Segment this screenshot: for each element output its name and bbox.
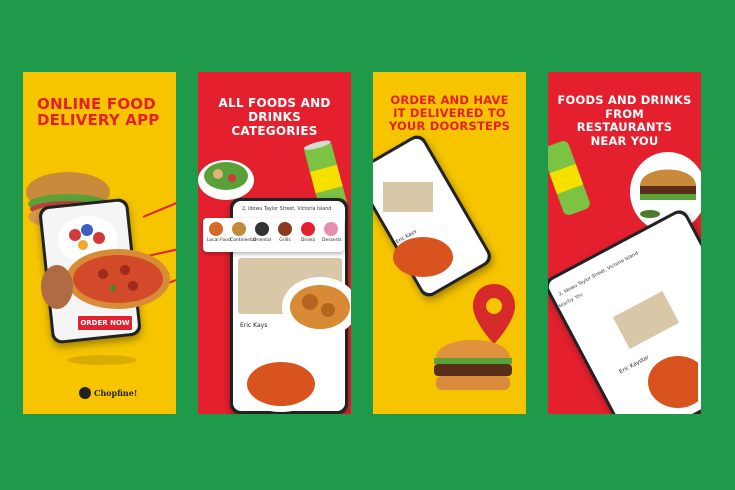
continental-icon	[232, 222, 246, 236]
promo-panel-2: ALL FOODS AND DRINKS CATEGORIES 2, Idowu…	[198, 72, 351, 414]
headline-line-1: ORDER AND HAVE	[390, 93, 509, 107]
shadow	[67, 355, 137, 365]
headline-line-1: ALL FOODS AND	[218, 96, 331, 110]
phone-screen-food	[612, 290, 698, 408]
pizza-image	[66, 249, 170, 309]
hand-image	[41, 265, 73, 309]
chicken-plate-image	[282, 277, 351, 337]
category-label: Continental	[230, 238, 257, 243]
headline: FOODS AND DRINKS FROM RESTAURANTS NEAR Y…	[556, 93, 693, 148]
restaurant-name[interactable]: Eric Kays	[240, 322, 267, 329]
promo-panel-3: ORDER AND HAVE IT DELIVERED TO YOUR DOOR…	[373, 72, 526, 414]
promo-panel-1: ONLINE FOOD DELIVERY APP ORDER NOW Chopf…	[23, 72, 176, 414]
category-label: Drinks	[300, 238, 316, 243]
headline-line-2: FROM RESTAURANTS	[576, 106, 673, 134]
brand-logo: Chopfine!	[79, 386, 137, 400]
order-now-button[interactable]: ORDER NOW	[77, 315, 133, 331]
category-label: Local Food	[207, 238, 231, 243]
brand-icon	[79, 387, 91, 399]
phone-screen-food	[383, 182, 453, 277]
category-label: Grills	[279, 238, 291, 243]
headline: ALL FOODS AND DRINKS CATEGORIES	[206, 96, 343, 138]
category-grills[interactable]: Grills	[276, 222, 294, 243]
headline-line-2: DRINKS CATEGORIES	[231, 110, 318, 138]
local-food-icon	[209, 222, 223, 236]
category-local-food[interactable]: Local Food	[207, 222, 231, 243]
category-label: Oriental	[253, 238, 272, 243]
category-oriental[interactable]: Oriental	[253, 222, 271, 243]
headline-line-3: YOUR DOORSTEPS	[388, 119, 511, 133]
grills-icon	[278, 222, 292, 236]
promo-panel-4: FOODS AND DRINKS FROM RESTAURANTS NEAR Y…	[548, 72, 701, 414]
category-label: Desserts	[322, 238, 342, 243]
burger-image	[434, 340, 512, 390]
drinks-icon	[301, 222, 315, 236]
category-continental[interactable]: Continental	[230, 222, 257, 243]
brand-name: Chopfine!	[94, 388, 138, 398]
headline: ORDER AND HAVE IT DELIVERED TO YOUR DOOR…	[381, 94, 518, 133]
category-bar: Local Food Continental Oriental Grills D…	[203, 218, 344, 252]
category-drinks[interactable]: Drinks	[299, 222, 317, 243]
headline-line-2: DELIVERY APP	[37, 110, 160, 129]
delivery-address[interactable]: 2, Idowu Taylor Street, Victoria Island	[242, 207, 331, 212]
headline-line-1: FOODS AND DRINKS	[557, 93, 692, 107]
headline: ONLINE FOOD DELIVERY APP	[37, 96, 168, 129]
salad-image	[198, 160, 254, 200]
desserts-icon	[324, 222, 338, 236]
oriental-icon	[255, 222, 269, 236]
category-desserts[interactable]: Desserts	[322, 222, 342, 243]
jollof-plate-image	[239, 356, 323, 412]
headline-line-2: IT DELIVERED TO	[393, 106, 506, 120]
